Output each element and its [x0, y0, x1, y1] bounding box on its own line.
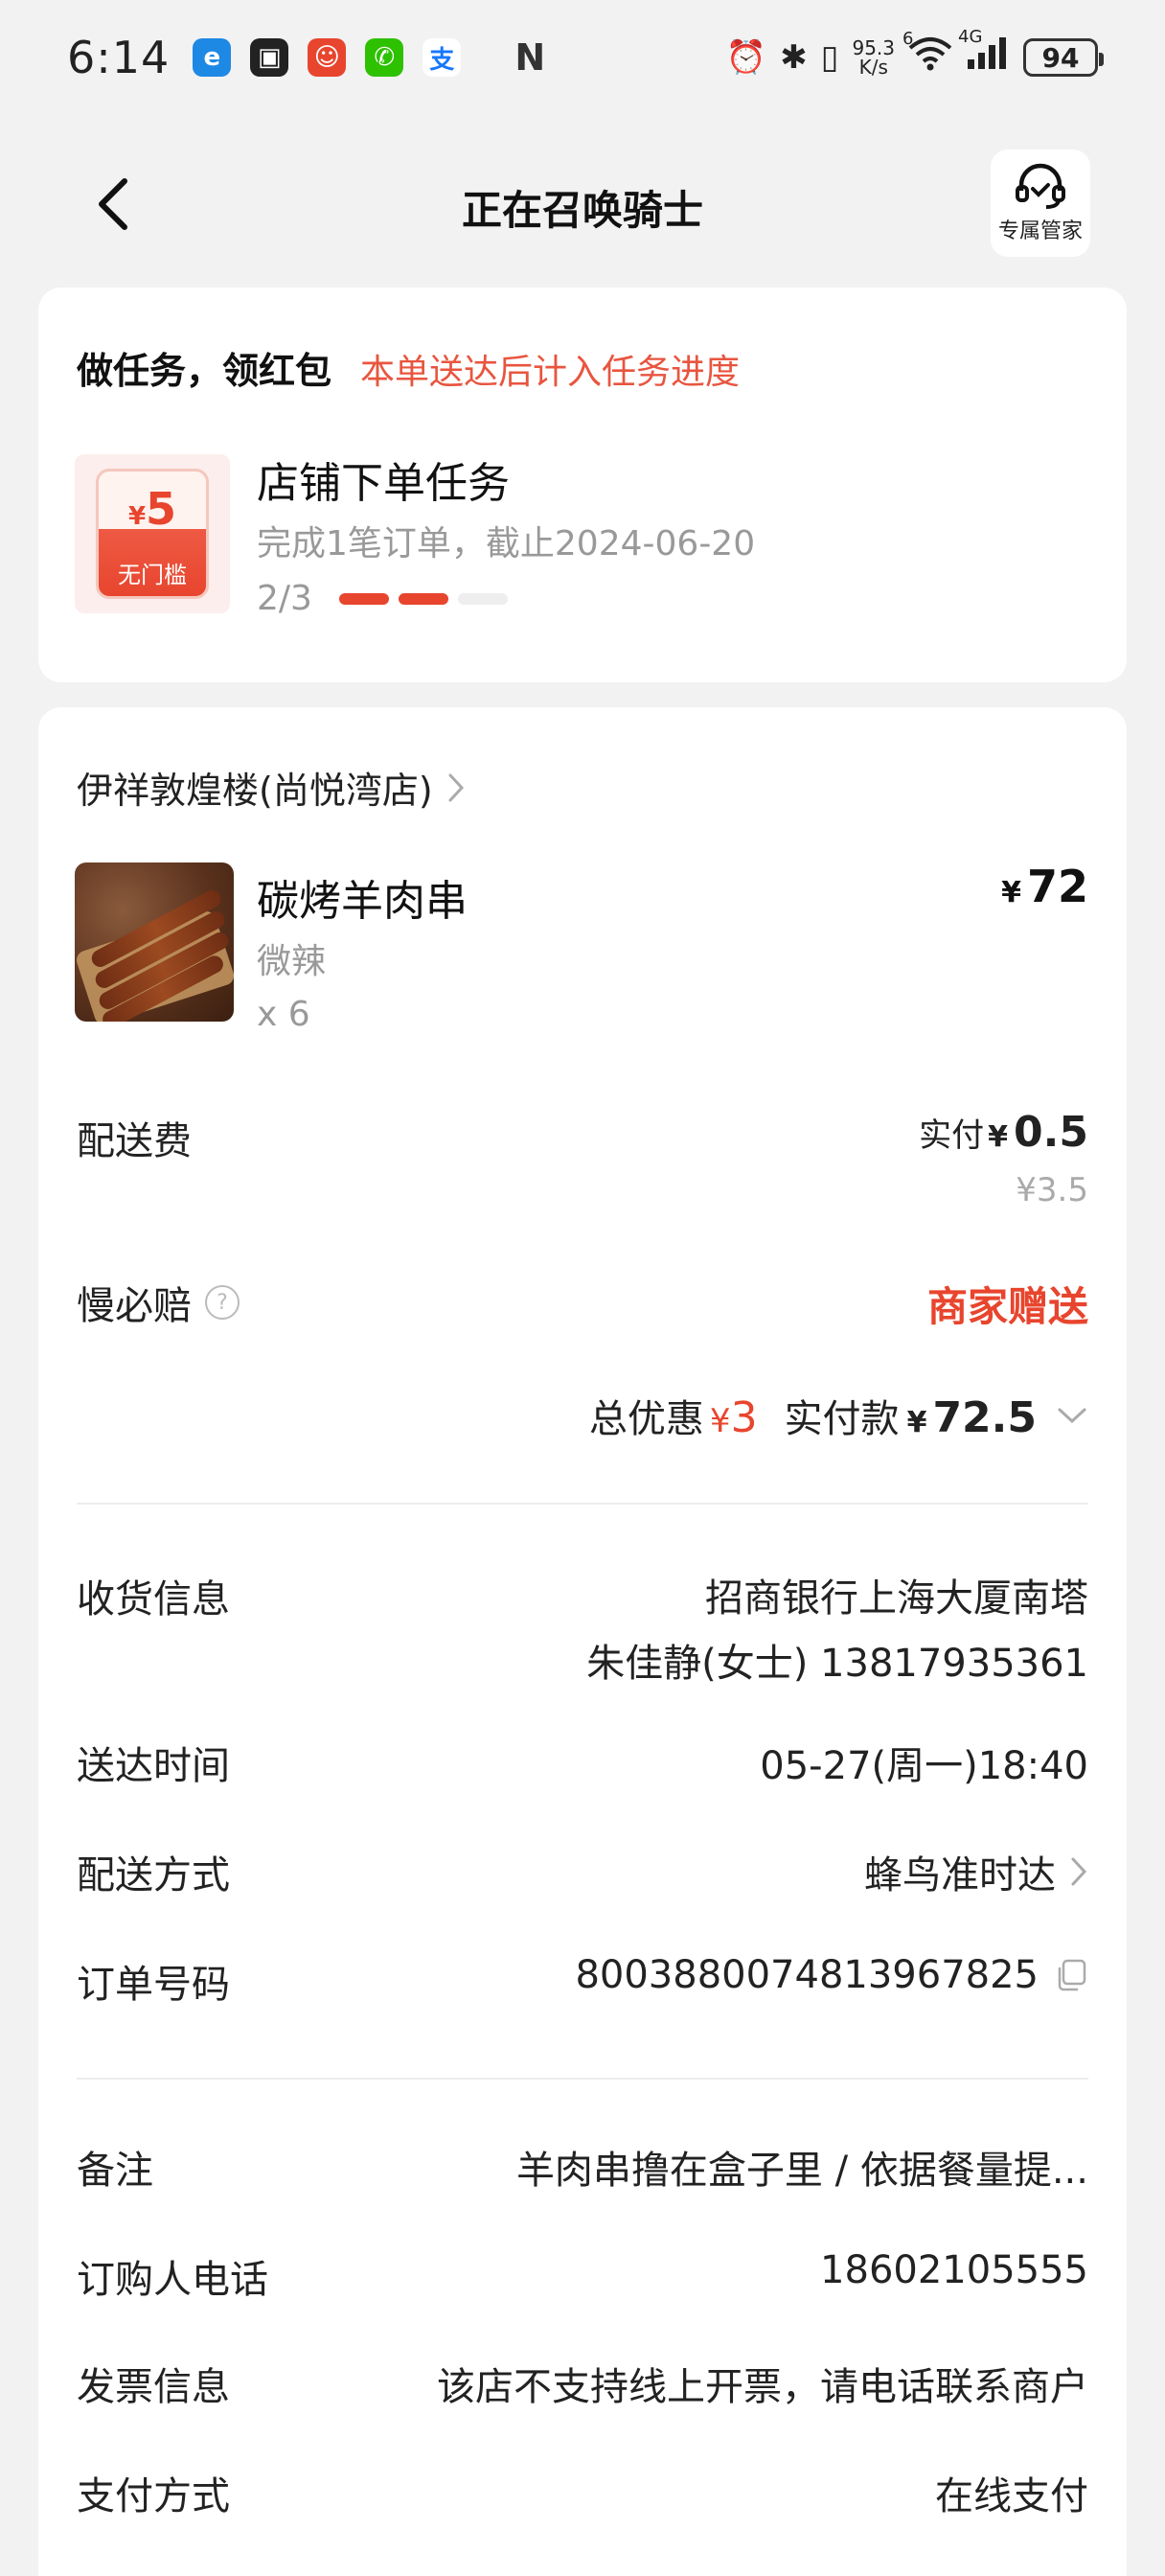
task-title: 做任务，领红包 — [77, 350, 332, 392]
chevron-right-icon — [448, 773, 464, 801]
item-spec: 微辣 — [257, 942, 327, 981]
delivery-method-label: 配送方式 — [77, 1853, 230, 1898]
order-number-row: 8003880074813967825 — [575, 1953, 1088, 1997]
status-bar: 6:14 e ▣ ☺ ✆ 支 N ⏰ ✱ ▯ 95.3 K/s 6 4G 94 — [0, 0, 1165, 115]
buyer-phone-value: 18602105555 — [820, 2248, 1088, 2292]
cell-signal-icon: 4G — [958, 27, 1010, 80]
status-time: 6:14 — [67, 32, 171, 83]
alipay-icon: 支 — [423, 38, 462, 77]
coupon-note: 无门槛 — [118, 562, 187, 588]
cell-badge: 4G — [958, 26, 983, 47]
delivery-fee-paid-value: 0.5 — [1014, 1108, 1088, 1157]
slow-compensation-value: 商家赠送 — [926, 1283, 1088, 1330]
nfc-icon: N — [514, 36, 546, 79]
delivery-fee-original: ¥3.5 — [1016, 1171, 1088, 1209]
total-discount-currency: ¥ — [709, 1402, 731, 1440]
network-speed: 95.3 K/s — [852, 38, 895, 77]
total-discount: ¥3 — [710, 1393, 758, 1442]
address-line: 招商银行上海大厦南塔 — [705, 1576, 1088, 1621]
item-name: 碳烤羊肉串 — [257, 877, 468, 926]
shop-name: 伊祥敦煌楼(尚悦湾店) — [77, 770, 433, 812]
shop-link[interactable]: 伊祥敦煌楼(尚悦湾店) — [77, 761, 466, 814]
delivery-time-value: 05-27(周一)18:40 — [760, 1744, 1088, 1788]
total-discount-value: 3 — [730, 1393, 758, 1442]
red-packet-coupon: ¥5 无门槛 — [75, 454, 230, 613]
delivery-method-link[interactable]: 蜂鸟准时达 — [864, 1844, 1088, 1899]
task-progress-bar — [338, 592, 508, 605]
order-card: 伊祥敦煌楼(尚悦湾店) 碳烤羊肉串 微辣 x 6 ¥72 配送费 实付 ¥ 0.… — [38, 707, 1127, 2576]
payment-method-value: 在线支付 — [935, 2474, 1088, 2518]
copy-icon[interactable] — [1054, 1958, 1088, 1992]
chevron-down-icon — [1058, 1408, 1086, 1424]
page-header: 正在召唤骑士 专属管家 — [0, 144, 1165, 263]
order-number-label: 订单号码 — [77, 1963, 230, 2007]
wechat-icon: ✆ — [365, 38, 404, 77]
app-icon: ▣ — [250, 38, 289, 77]
address-label: 收货信息 — [77, 1577, 230, 1622]
total-discount-label: 总优惠 — [588, 1397, 704, 1441]
invoice-label: 发票信息 — [77, 2365, 230, 2409]
divider — [77, 1503, 1088, 1505]
status-indicators: ⏰ ✱ ▯ 95.3 K/s 6 4G 94 — [725, 27, 1104, 80]
question-circle-icon[interactable]: ? — [205, 1285, 240, 1320]
task-card: 做任务，领红包 本单送达后计入任务进度 ¥5 无门槛 店铺下单任务 完成1笔订单… — [38, 288, 1127, 682]
battery-level: 94 — [1041, 41, 1080, 74]
delivery-fee-currency: ¥ — [988, 1120, 1009, 1154]
item-price-value: 72 — [1026, 861, 1088, 912]
task-header: 做任务，领红包 本单送达后计入任务进度 — [77, 341, 740, 394]
coupon-value: 5 — [146, 483, 177, 535]
coupon-amount: ¥5 — [128, 485, 176, 540]
notification-icons: e ▣ ☺ ✆ 支 — [193, 38, 462, 77]
invoice-value: 该店不支持线上开票，请电话联系商户 — [437, 2365, 1088, 2409]
slow-compensation-label: 慢必赔 — [77, 1284, 192, 1328]
buyer-phone-label: 订购人电话 — [77, 2258, 268, 2302]
progress-segment — [457, 592, 508, 605]
payment-method-label: 支付方式 — [77, 2474, 230, 2518]
bluetooth-icon: ✱ — [780, 38, 808, 77]
total-paid-value: 72.5 — [932, 1393, 1037, 1442]
divider — [77, 2078, 1088, 2080]
wifi-badge: 6 — [902, 28, 914, 49]
battery-icon: 94 — [1023, 38, 1104, 77]
item-price: ¥72 — [1001, 861, 1088, 912]
coupon-badge: ¥5 无门槛 — [96, 469, 209, 599]
task-progress: 2/3 — [257, 579, 508, 618]
price-summary-toggle[interactable]: 总优惠 ¥3 实付款 ¥72.5 — [589, 1388, 1088, 1443]
browser-app-icon: e — [193, 38, 232, 77]
progress-segment — [398, 592, 448, 605]
network-speed-unit: K/s — [858, 56, 888, 79]
item-price-currency: ¥ — [1001, 876, 1021, 909]
delivery-time-label: 送达时间 — [77, 1744, 230, 1788]
item-image — [75, 862, 234, 1022]
total-paid-label: 实付款 — [784, 1397, 900, 1441]
recipient-contact: 朱佳静(女士) 13817935361 — [586, 1642, 1088, 1686]
task-subtitle: 本单送达后计入任务进度 — [360, 353, 741, 392]
task-name: 店铺下单任务 — [257, 459, 510, 508]
delivery-method-value: 蜂鸟准时达 — [864, 1853, 1056, 1898]
wifi-icon: 6 — [902, 29, 952, 80]
progress-segment — [338, 592, 389, 605]
address-value: 招商银行上海大厦南塔 朱佳静(女士) 13817935361 — [586, 1566, 1088, 1696]
delivery-fee-label: 配送费 — [77, 1119, 192, 1163]
total-paid-currency: ¥ — [906, 1406, 927, 1439]
manager-button[interactable]: 专属管家 — [991, 150, 1090, 257]
delivery-fee-paid: 实付 ¥ 0.5 — [919, 1108, 1088, 1157]
vibrate-icon: ▯ — [820, 38, 839, 77]
task-description: 完成1笔订单，截止2024-06-20 — [257, 524, 756, 564]
note-label: 备注 — [77, 2149, 153, 2193]
total-paid: ¥72.5 — [907, 1393, 1037, 1442]
manager-label: 专属管家 — [997, 219, 1083, 243]
order-number-value: 8003880074813967825 — [575, 1953, 1039, 1997]
eleme-app-icon: ☺ — [308, 38, 347, 77]
coupon-currency: ¥ — [127, 502, 147, 531]
slow-compensation-row: 慢必赔 ? — [77, 1275, 240, 1330]
delivery-fee-paid-label: 实付 — [919, 1116, 985, 1155]
alarm-icon: ⏰ — [725, 38, 767, 77]
chevron-right-icon — [1071, 1857, 1087, 1886]
task-progress-text: 2/3 — [257, 579, 312, 618]
note-value[interactable]: 羊肉串撸在盒子里 / 依据餐量提... — [427, 2139, 1088, 2195]
headset-icon — [1016, 163, 1065, 209]
item-quantity: x 6 — [257, 995, 310, 1034]
